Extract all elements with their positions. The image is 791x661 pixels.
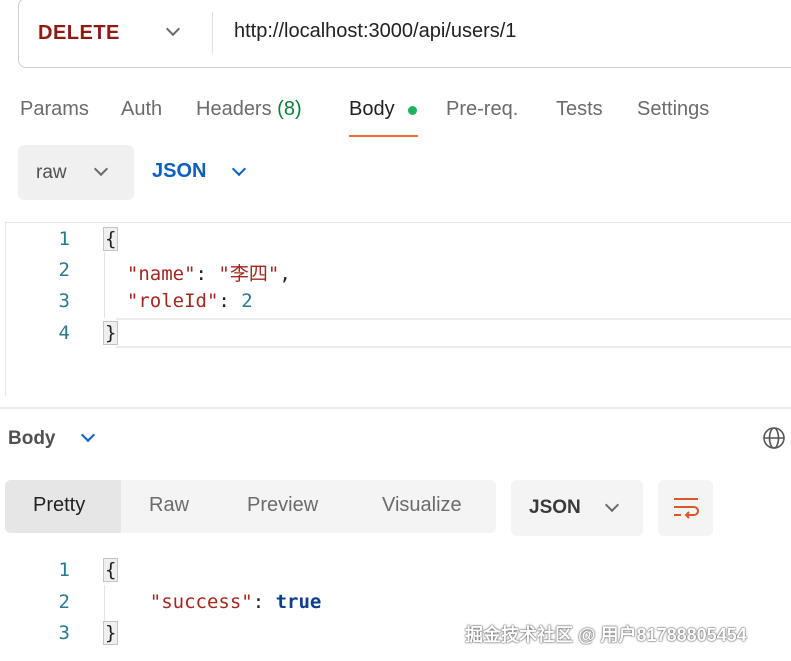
- tab-pretty[interactable]: Pretty: [33, 494, 85, 517]
- line-number: 1: [58, 228, 70, 250]
- line-number: 3: [58, 290, 70, 312]
- tab-preview[interactable]: Preview: [247, 494, 318, 517]
- tab-headers-label: Headers: [196, 98, 272, 120]
- json-key: "name": [126, 263, 196, 285]
- close-brace: }: [102, 321, 119, 345]
- close-brace: }: [102, 621, 119, 645]
- globe-icon[interactable]: [762, 426, 786, 450]
- body-indicator-dot: [408, 106, 417, 115]
- tab-visualize[interactable]: Visualize: [382, 494, 462, 517]
- current-line-highlight: [116, 318, 791, 348]
- line-number: 2: [58, 591, 70, 613]
- method-select[interactable]: DELETE: [38, 22, 120, 45]
- chevron-down-icon[interactable]: [80, 427, 96, 443]
- tab-pre-request[interactable]: Pre-req.: [446, 98, 518, 121]
- open-brace: {: [102, 558, 119, 582]
- json-value: true: [275, 591, 322, 613]
- tab-body[interactable]: Body: [349, 98, 395, 121]
- line-number: 4: [58, 322, 70, 344]
- tab-tests[interactable]: Tests: [556, 98, 603, 121]
- line-number: 3: [58, 622, 70, 644]
- tab-params[interactable]: Params: [20, 98, 89, 121]
- tab-headers[interactable]: Headers (8): [196, 98, 302, 121]
- divider: [212, 12, 213, 54]
- json-key: "success": [149, 591, 253, 613]
- wrap-lines-icon: [674, 498, 699, 519]
- response-format-label: JSON: [529, 497, 581, 518]
- url-input[interactable]: http://localhost:3000/api/users/1: [234, 20, 516, 43]
- body-language-select[interactable]: JSON: [152, 160, 206, 183]
- json-key: "roleId": [126, 290, 219, 312]
- tab-auth[interactable]: Auth: [121, 98, 162, 121]
- response-body-label[interactable]: Body: [8, 428, 56, 450]
- tab-settings[interactable]: Settings: [637, 98, 709, 121]
- line-number: 1: [58, 559, 70, 581]
- json-value: 2: [241, 290, 253, 312]
- tab-raw[interactable]: Raw: [149, 494, 189, 517]
- line-number: 2: [58, 259, 70, 281]
- watermark: 掘金技术社区 @ 用户81788805454: [465, 625, 747, 645]
- chevron-down-icon[interactable]: [231, 161, 247, 177]
- open-brace: {: [102, 227, 119, 251]
- active-tab-underline: [349, 135, 418, 137]
- headers-count: (8): [277, 98, 302, 120]
- pane-divider[interactable]: [0, 407, 791, 409]
- json-value: "李四": [218, 263, 280, 285]
- body-mode-label: raw: [36, 162, 67, 183]
